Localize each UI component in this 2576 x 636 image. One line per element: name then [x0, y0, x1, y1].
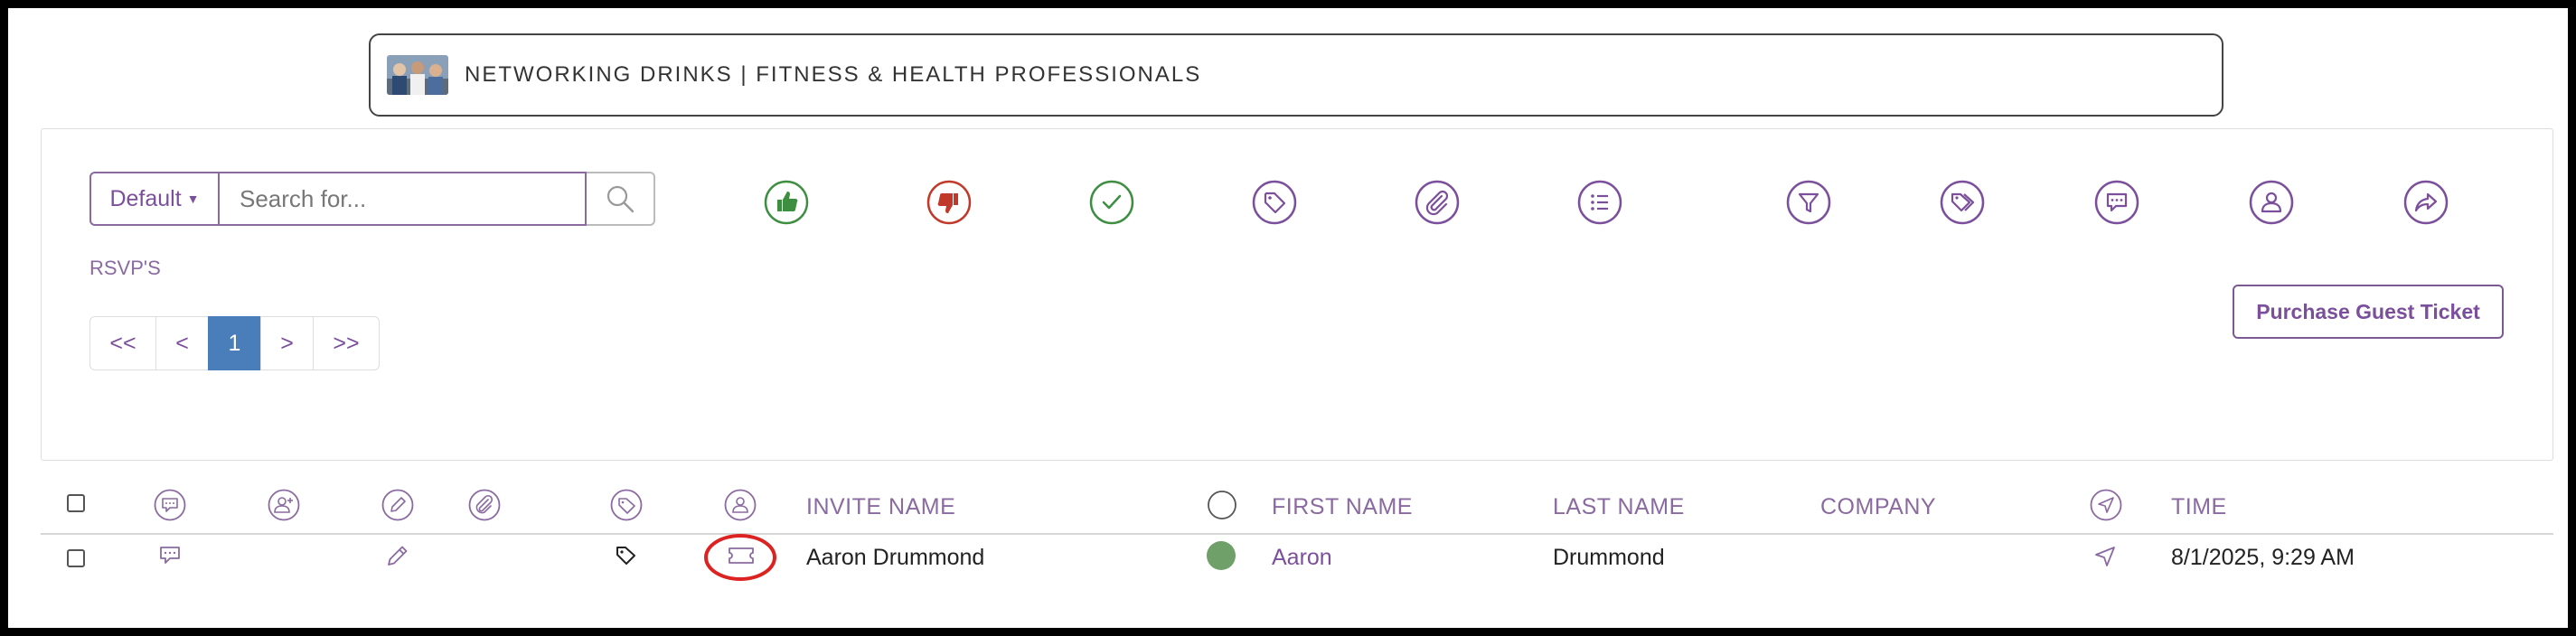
chevron-down-icon: ▼ [186, 192, 200, 206]
comment-icon[interactable] [155, 541, 184, 570]
list-icon[interactable] [1577, 180, 1622, 225]
page-next-button[interactable]: > [260, 316, 314, 370]
page-prev-button[interactable]: < [155, 316, 209, 370]
column-invite-name[interactable]: INVITE NAME [806, 494, 955, 520]
thumbs-up-icon[interactable] [764, 180, 809, 225]
comment-icon[interactable] [154, 489, 186, 521]
tag-icon[interactable] [612, 541, 641, 570]
column-time[interactable]: TIME [2171, 494, 2227, 520]
table-header-divider [41, 533, 2553, 535]
paperclip-icon[interactable] [468, 489, 501, 521]
page-current-button[interactable]: 1 [208, 316, 261, 370]
send-icon[interactable] [2090, 489, 2122, 521]
add-user-icon[interactable] [268, 489, 300, 521]
app-window: NETWORKING DRINKS | FITNESS & HEALTH PRO… [0, 0, 2576, 636]
user-icon[interactable] [2249, 180, 2294, 225]
edit-icon[interactable] [381, 489, 414, 521]
page-first-button[interactable]: << [89, 316, 156, 370]
purchase-guest-ticket-button[interactable]: Purchase Guest Ticket [2233, 285, 2504, 339]
select-all-checkbox[interactable] [67, 494, 85, 512]
check-icon[interactable] [1089, 180, 1134, 225]
send-icon[interactable] [2092, 543, 2119, 570]
row-status-dot [1207, 541, 1236, 570]
comment-icon[interactable] [2094, 180, 2139, 225]
search-input[interactable] [220, 172, 587, 226]
paperclip-icon[interactable] [1415, 180, 1460, 225]
rsvp-label: RSVP'S [89, 257, 161, 279]
view-dropdown[interactable]: Default ▼ [89, 172, 220, 226]
search-group: Default ▼ [89, 172, 655, 226]
event-thumbnail [387, 55, 448, 95]
event-header[interactable]: NETWORKING DRINKS | FITNESS & HEALTH PRO… [369, 33, 2223, 117]
row-first-name-link[interactable]: Aaron [1272, 545, 1332, 571]
ticket-highlight-circle [704, 534, 776, 581]
search-button[interactable] [587, 172, 655, 226]
pagination: << < 1 > >> [89, 316, 380, 370]
event-title: NETWORKING DRINKS | FITNESS & HEALTH PRO… [465, 62, 1202, 87]
row-last-name: Drummond [1553, 545, 1665, 570]
search-icon [605, 183, 635, 214]
thumbs-down-icon[interactable] [926, 180, 972, 225]
row-checkbox[interactable] [67, 549, 85, 567]
status-icon[interactable] [1206, 489, 1238, 521]
tag-icon[interactable] [610, 489, 643, 521]
filter-icon[interactable] [1786, 180, 1831, 225]
row-time: 8/1/2025, 9:29 AM [2171, 545, 2355, 570]
row-invite-name[interactable]: Aaron Drummond [806, 545, 984, 571]
view-dropdown-label: Default [109, 185, 182, 211]
edit-icon[interactable] [383, 541, 412, 570]
user-icon[interactable] [724, 489, 757, 521]
tags-icon[interactable] [1940, 180, 1985, 225]
share-icon[interactable] [2403, 180, 2449, 225]
column-last-name[interactable]: LAST NAME [1553, 494, 1685, 520]
column-company[interactable]: COMPANY [1820, 494, 1936, 520]
tag-icon[interactable] [1252, 180, 1297, 225]
page-last-button[interactable]: >> [313, 316, 380, 370]
column-first-name[interactable]: FIRST NAME [1272, 494, 1413, 520]
